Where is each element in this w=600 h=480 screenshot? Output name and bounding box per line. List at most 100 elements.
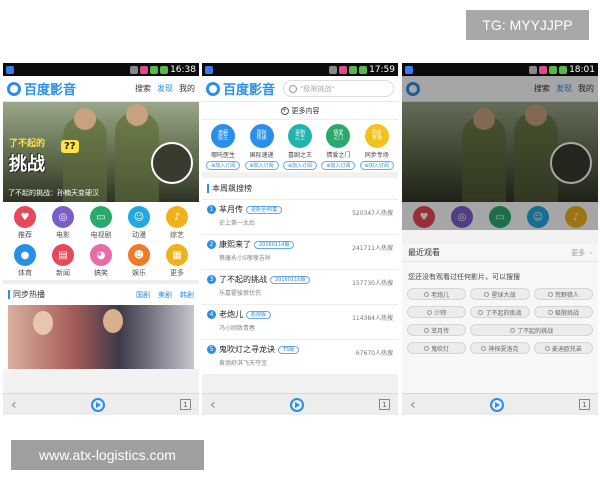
back-arrow-icon[interactable]: ‹ [210, 398, 216, 412]
category-recommend[interactable]: ♥ 推荐 [6, 206, 44, 240]
chip-label: 少帅 [434, 309, 447, 317]
suggestion-chip[interactable]: 星球大战 [470, 288, 530, 300]
category-movie[interactable]: ◎ 电影 [44, 206, 82, 240]
suggestion-chip[interactable]: 荒野猎人 [533, 288, 593, 300]
suggestion-chip[interactable]: 少帅 [407, 306, 467, 318]
suggestion-chip[interactable]: 极限挑战 [533, 306, 593, 318]
chevron-right-icon[interactable]: › [589, 249, 592, 257]
subscribe-button[interactable]: ⊕加入订阅 [282, 161, 317, 170]
category-variety: ♪ [557, 206, 595, 228]
rank-name: 康熙来了 [219, 240, 251, 249]
chip-label: 麦迪欧兄弟 [551, 345, 582, 353]
top-nav: 搜索 发现 我的 [135, 83, 195, 94]
category-tv[interactable]: ▭ 电视剧 [82, 206, 120, 240]
banner-caption: 了不起的挑战：孙楠天变硬汉 [8, 189, 99, 197]
category-variety[interactable]: ♪ 综艺 [158, 206, 196, 240]
phone-search: 17:59 百度影音 "极限挑战" + 更多内容 奇葩 医生 哪吒医生 ⊕加入订阅… [202, 63, 398, 415]
topic-item[interactable]: 同步 专场 同步专场 ⊕加入订阅 [359, 124, 394, 170]
search-icon [424, 327, 430, 333]
notification-icon [539, 65, 548, 74]
subscribe-button[interactable]: ⊕加入订阅 [206, 161, 241, 170]
chip-label: 荒野猎人 [554, 291, 579, 299]
suggestion-chip[interactable]: 鬼吹灯 [407, 342, 467, 354]
topic-item[interactable]: 情爱 之门 情爱之门 ⊕加入订阅 [321, 124, 356, 170]
category-funny[interactable]: ◕ 搞笑 [82, 244, 120, 278]
search-icon [427, 309, 433, 315]
nav-search[interactable]: 搜索 [135, 83, 151, 94]
search-input[interactable]: "极限挑战" [283, 80, 394, 97]
category-anime[interactable]: ☺ 动漫 [120, 206, 158, 240]
nav-search[interactable]: 搜索 [534, 83, 550, 94]
chip-label: 了不起的挑战 [517, 327, 554, 335]
subscribe-button[interactable]: ⊕加入订阅 [321, 161, 356, 170]
banner-art-small: 了不起的 [9, 139, 46, 149]
suggestion-chip[interactable]: 了不起的挑战 [470, 324, 593, 336]
more-content-button[interactable]: + 更多内容 [202, 102, 398, 120]
rank-heat: 241711人热搜 [352, 245, 393, 252]
play-icon[interactable] [490, 397, 505, 412]
category-more[interactable]: ▦ 更多 [158, 244, 196, 278]
featured-banner[interactable]: 了不起的 挑战 ?? 了不起的挑战：孙楠天变硬汉 [3, 102, 199, 202]
section-title: 同步热播 [13, 290, 45, 299]
page-count-icon[interactable]: 1 [179, 399, 191, 410]
page-count-icon[interactable]: 1 [578, 399, 590, 410]
category-sports[interactable]: ● 体育 [6, 244, 44, 278]
rank-row[interactable]: 3 了不起的挑战 20160116期 157730人热搜 乐嘉霍骏恨忧伤 [202, 270, 398, 305]
recent-more-link[interactable]: 更多 [571, 248, 585, 258]
rank-row[interactable]: 4 老炮儿 影院版 114384人热搜 冯小刚致青春 [202, 305, 398, 340]
ball-icon: ● [14, 244, 36, 266]
page-count-icon[interactable]: 1 [378, 399, 390, 410]
suggestion-chip[interactable]: 老炮儿 [407, 288, 467, 300]
rank-row[interactable]: 1 芈月传 更新至45集 520347人热搜 史上第一太后 [202, 200, 398, 235]
back-arrow-icon[interactable]: ‹ [11, 398, 17, 412]
notification-icon [140, 65, 149, 74]
app-header: 百度影音 "极限挑战" [202, 76, 398, 102]
suggestion-chip[interactable]: 芈月传 [407, 324, 467, 336]
tab-domestic[interactable]: 国剧 [136, 290, 150, 300]
topic-item[interactable]: 奇葩 医生 哪吒医生 ⊕加入订阅 [206, 124, 241, 170]
app-logo[interactable]: 百度影音 [7, 79, 76, 98]
subscribe-button[interactable]: ⊕加入订阅 [244, 161, 279, 170]
alarm-icon [529, 65, 538, 74]
search-icon [424, 291, 430, 297]
rank-tag: 20160114期 [254, 240, 295, 249]
category-news[interactable]: ▤ 新闻 [44, 244, 82, 278]
rank-heat: 114384人热搜 [352, 315, 393, 322]
rank-row[interactable]: 2 康熙来了 20160114期 241711人热搜 蔡康永小S嗲嗲吉祥 [202, 235, 398, 270]
nav-discover[interactable]: 发现 [157, 83, 173, 94]
banner-thumbnail [151, 142, 193, 184]
suggestion-chip[interactable]: 了不起的挑战 [470, 306, 530, 318]
app-header: 百度影音 搜索 发现 我的 [3, 76, 199, 102]
topic-item[interactable]: 喜剧 之王 喜剧之王 ⊕加入订阅 [282, 124, 317, 170]
play-icon[interactable] [290, 397, 305, 412]
rank-number: 2 [207, 240, 216, 249]
category-label: 综艺 [170, 231, 184, 239]
tab-us-drama[interactable]: 美剧 [158, 290, 172, 300]
top-nav: 搜索 发现 我的 [534, 83, 594, 94]
rank-heat: 67670人热搜 [355, 350, 393, 357]
nav-mine[interactable]: 我的 [179, 83, 195, 94]
rank-row[interactable]: 5 鬼吹灯之寻龙诀 TS版 67670人热搜 黄渤舒淇飞天夺宝 [202, 340, 398, 375]
more-content-label: 更多内容 [291, 106, 320, 115]
play-icon[interactable] [91, 397, 106, 412]
search-icon [510, 327, 516, 333]
nav-discover[interactable]: 发现 [556, 83, 572, 94]
suggestion-chip[interactable]: 神探夏洛克 [470, 342, 530, 354]
app-logo[interactable]: 百度影音 [206, 79, 275, 98]
topic-label: 情爱之门 [326, 152, 351, 159]
nav-mine[interactable]: 我的 [578, 83, 594, 94]
chip-label: 老炮儿 [431, 291, 450, 299]
tab-korean-drama[interactable]: 韩剧 [180, 290, 194, 300]
suggestion-chip[interactable]: 麦迪欧兄弟 [533, 342, 593, 354]
subscribe-button[interactable]: ⊕加入订阅 [359, 161, 394, 170]
topic-label: 哪吒医生 [211, 152, 236, 159]
topic-icon: 国际 快递 [249, 124, 274, 148]
drama-poster[interactable] [3, 305, 199, 369]
back-arrow-icon[interactable]: ‹ [410, 398, 416, 412]
rank-tag: 更新至45集 [246, 205, 283, 214]
topic-label: 国际速递 [249, 152, 274, 159]
topic-item[interactable]: 国际 快递 国际速递 ⊕加入订阅 [244, 124, 279, 170]
category-entertainment[interactable]: ☻ 娱乐 [120, 244, 158, 278]
battery-icon [559, 65, 568, 74]
rank-desc: 黄渤舒淇飞天夺宝 [219, 360, 268, 367]
